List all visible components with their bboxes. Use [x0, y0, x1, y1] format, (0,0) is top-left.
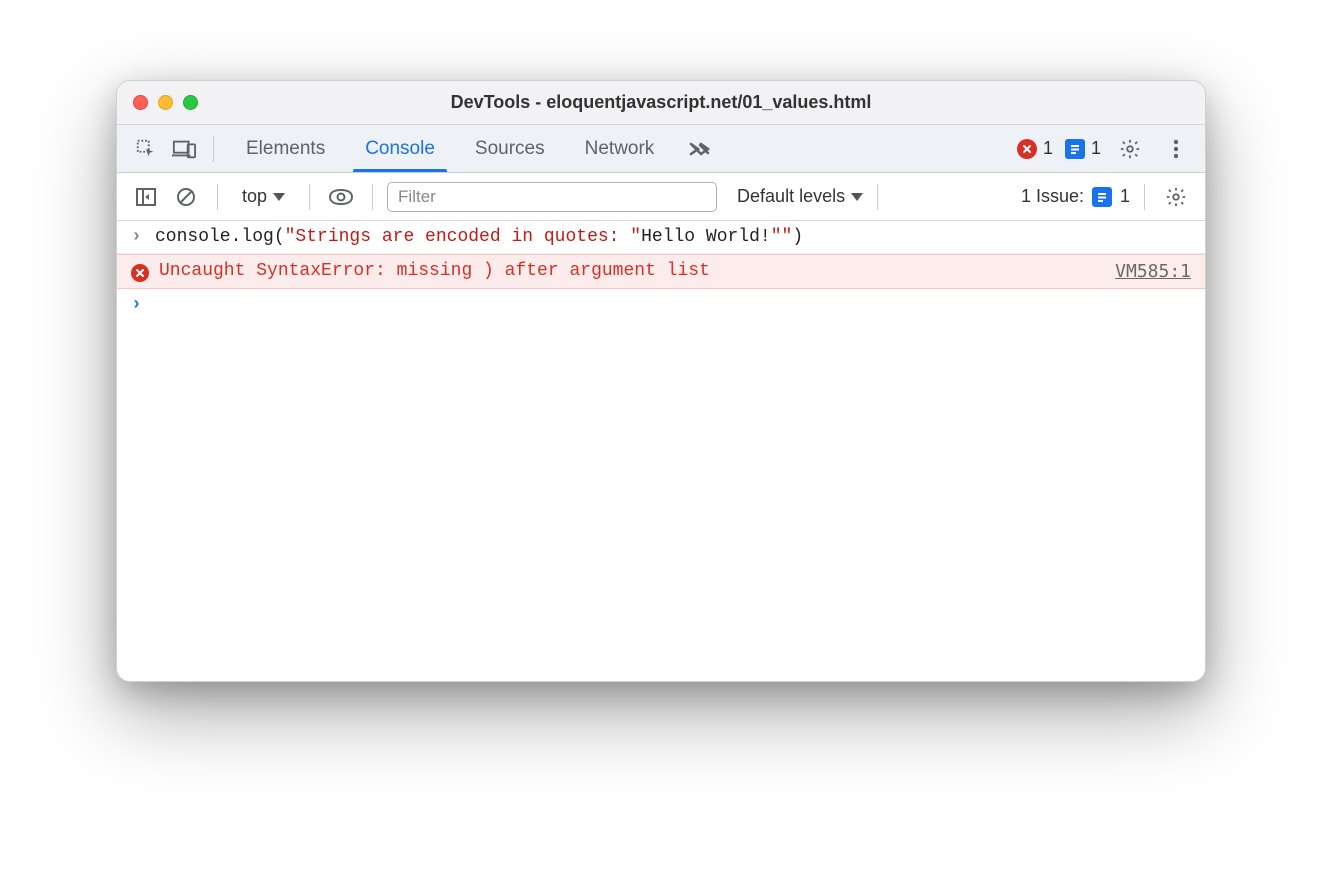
close-window-button[interactable]: [133, 95, 148, 110]
titlebar: DevTools - eloquentjavascript.net/01_val…: [117, 81, 1205, 125]
settings-icon[interactable]: [1113, 132, 1147, 166]
minimize-window-button[interactable]: [158, 95, 173, 110]
tab-network[interactable]: Network: [565, 125, 675, 172]
divider: [217, 184, 218, 210]
inspect-element-icon[interactable]: [129, 132, 163, 166]
console-settings-icon[interactable]: [1159, 180, 1193, 214]
context-selector[interactable]: top: [232, 183, 295, 210]
error-count: 1: [1043, 138, 1053, 159]
tabbar-right: 1 1: [1017, 132, 1193, 166]
issues-indicator[interactable]: 1: [1065, 138, 1101, 159]
error-indicator[interactable]: 1: [1017, 138, 1053, 159]
console-output: › console.log("Strings are encoded in qu…: [117, 221, 1205, 681]
divider: [877, 184, 878, 210]
sidebar-toggle-icon[interactable]: [129, 180, 163, 214]
console-error-row: Uncaught SyntaxError: missing ) after ar…: [117, 254, 1205, 289]
context-label: top: [242, 186, 267, 207]
device-toolbar-icon[interactable]: [167, 132, 201, 166]
divider: [372, 184, 373, 210]
error-icon: [131, 264, 149, 282]
devtools-window: DevTools - eloquentjavascript.net/01_val…: [116, 80, 1206, 682]
error-message: Uncaught SyntaxError: missing ) after ar…: [159, 261, 1093, 281]
issue-icon: [1092, 187, 1112, 207]
devtools-tabbar: Elements Console Sources Network 1: [117, 125, 1205, 173]
log-levels-selector[interactable]: Default levels: [737, 186, 863, 207]
traffic-lights: [133, 95, 198, 110]
prompt-caret-icon: ›: [131, 295, 145, 315]
filter-input[interactable]: [387, 182, 717, 212]
divider: [213, 136, 214, 162]
console-command: console.log("Strings are encoded in quot…: [155, 227, 1191, 247]
panel-tabs: Elements Console Sources Network: [226, 125, 674, 172]
tab-console[interactable]: Console: [345, 125, 455, 172]
divider: [309, 184, 310, 210]
issues-summary[interactable]: 1 Issue: 1: [1021, 186, 1130, 207]
divider: [1144, 184, 1145, 210]
tab-sources[interactable]: Sources: [455, 125, 565, 172]
levels-label: Default levels: [737, 186, 845, 207]
issues-label: 1 Issue:: [1021, 186, 1084, 207]
more-menu-icon[interactable]: [1159, 132, 1193, 166]
issue-count: 1: [1091, 138, 1101, 159]
live-expression-icon[interactable]: [324, 180, 358, 214]
error-icon: [1017, 139, 1037, 159]
more-tabs-button[interactable]: [678, 141, 722, 157]
console-prompt-row[interactable]: ›: [117, 289, 1205, 321]
clear-console-icon[interactable]: [169, 180, 203, 214]
window-title: DevTools - eloquentjavascript.net/01_val…: [117, 92, 1205, 113]
console-toolbar: top Default levels 1 Issue: 1: [117, 173, 1205, 221]
error-source-link[interactable]: VM585:1: [1115, 261, 1191, 282]
chevron-down-icon: [851, 193, 863, 201]
maximize-window-button[interactable]: [183, 95, 198, 110]
chevron-down-icon: [273, 193, 285, 201]
issue-icon: [1065, 139, 1085, 159]
console-input-row: › console.log("Strings are encoded in qu…: [117, 221, 1205, 254]
input-caret-icon: ›: [131, 227, 145, 247]
issues-count: 1: [1120, 186, 1130, 207]
tab-elements[interactable]: Elements: [226, 125, 345, 172]
